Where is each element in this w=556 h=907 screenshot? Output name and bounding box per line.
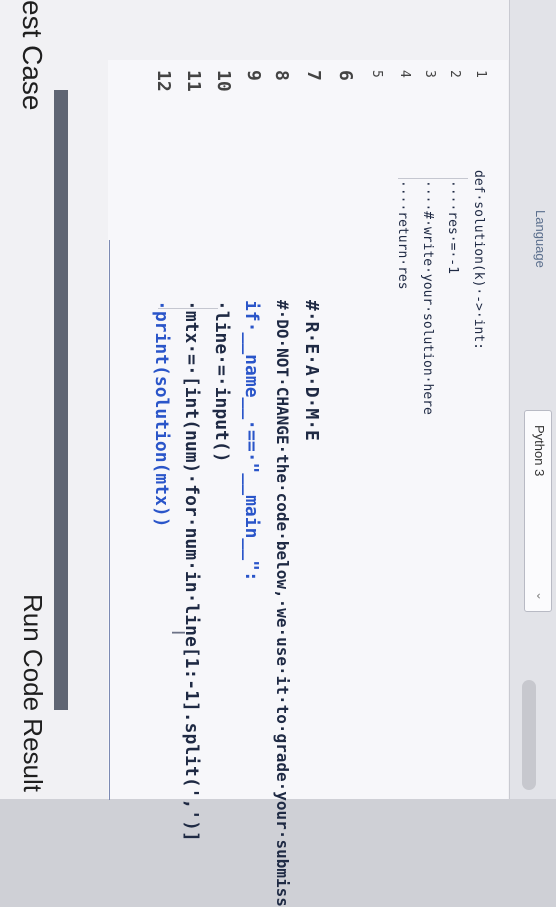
active-line-underline [109,240,110,800]
code-line: def·solution(k)·->·int: [471,170,486,351]
language-select[interactable]: Python 3 ⌄ [524,410,552,612]
language-label: Language [533,210,548,268]
language-select-value: Python 3 [532,425,547,477]
chevron-down-icon: ⌄ [534,590,548,601]
run-code-result-heading: Run Code Result [18,594,48,792]
code-line: ····#·write·your·solution·here [420,180,435,415]
line-number: 12 [153,70,174,92]
line-number: 10 [213,70,234,92]
indent-guide [398,178,468,179]
code-line: ·print(solution(mtx)) [151,300,172,528]
line-number: 8 [271,70,292,81]
code-line: ·mtx·=·[int(num)·for·num·in·line[1:-1].s… [181,300,202,842]
code-editor[interactable]: 1 2 3 4 5 6 7 8 9 10 11 12 def·solution(… [108,60,508,907]
line-number: 9 [243,70,264,81]
text-cursor-icon: I [167,630,188,636]
code-line: ·line·=·input() [211,300,232,463]
code-line: ····return·res [395,180,410,290]
line-number: 2 [447,70,462,78]
code-line: if·__name__·==·"__main__": [241,300,262,582]
top-toolbar: Language Python 3 ⌄ [509,0,556,799]
line-number: 6 [335,70,356,81]
code-line: #·R·E·A·D·M·E [301,300,322,441]
line-number: 11 [183,70,204,92]
line-number: 3 [422,70,437,78]
code-line: #·DO·NOT·CHANGE·the·code·below,·we·use·i… [273,300,292,907]
line-number: 1 [473,70,488,78]
line-number: 4 [397,70,412,78]
test-case-heading: est Case [17,0,48,111]
line-number: 5 [369,70,384,78]
code-editor-screen: Language Python 3 ⌄ 1 2 3 4 5 6 7 8 9 10… [0,0,556,907]
code-line: ····res·=·-1 [445,180,460,274]
line-number: 7 [303,70,324,81]
panel-divider-bar[interactable] [54,90,68,710]
toolbar-scrollbar[interactable] [522,680,536,790]
